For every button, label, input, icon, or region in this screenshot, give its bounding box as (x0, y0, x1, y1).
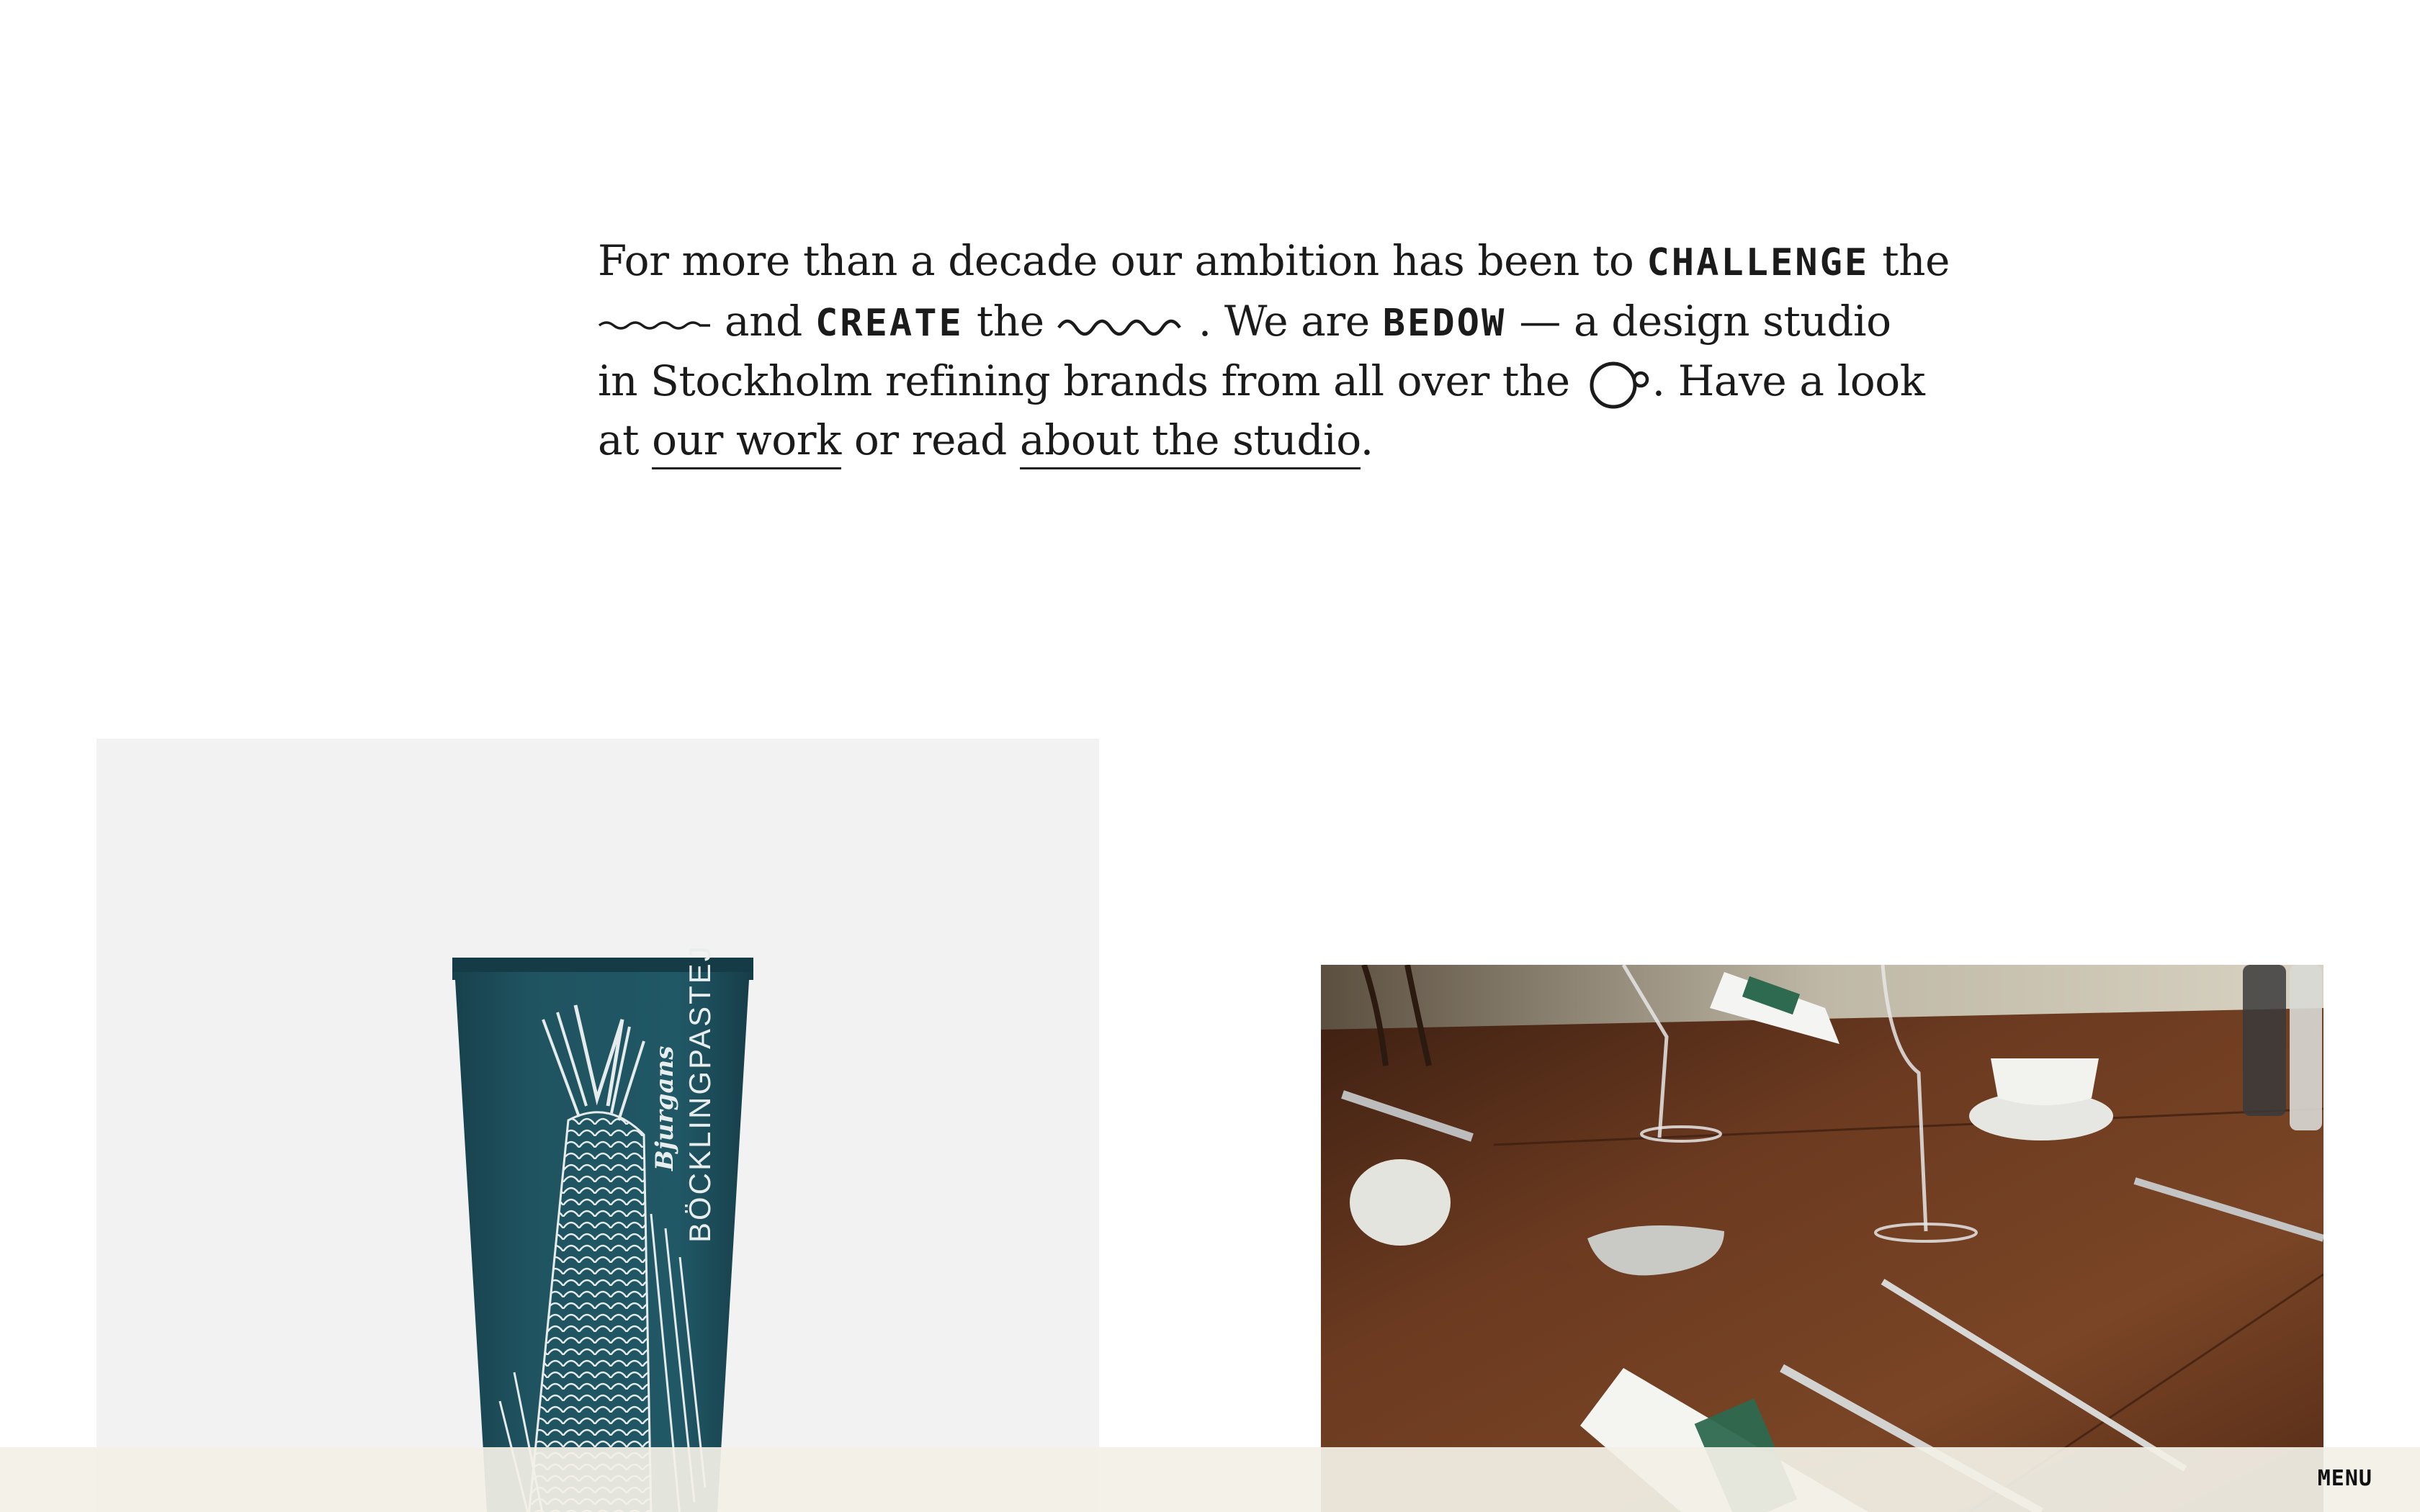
intro-text: and (725, 296, 802, 346)
intro-paragraph: For more than a decade our ambition has … (598, 232, 1950, 469)
intro-text: — a design studio (1519, 296, 1891, 346)
about-studio-link[interactable]: about the studio (1019, 415, 1361, 469)
tube-brand-label: Bjurgans (650, 1046, 679, 1171)
challenge-word: CHALLENGE (1646, 241, 1870, 284)
intro-line-3: in Stockholm refining brands from all ov… (598, 352, 1925, 411)
intro-text: or read (853, 415, 1007, 464)
intro-text: . Have a look (1652, 356, 1925, 405)
intro-text: at (598, 415, 640, 464)
intro-text: For more than a decade our ambition has … (598, 236, 1634, 285)
intro-text: in Stockholm refining brands from all ov… (598, 356, 1570, 405)
project-tile-bocklingpastej[interactable]: BÖCKLINGPASTEJ Bjurgans (97, 739, 1099, 1512)
project-tile-restaurant[interactable] (1321, 965, 2323, 1512)
our-work-link[interactable]: our work (652, 415, 841, 469)
intro-text: . (1360, 415, 1373, 464)
intro-line-4: at our work or read about the studio. (598, 411, 1844, 469)
tube-product-label: BÖCKLINGPASTEJ (683, 944, 717, 1243)
page: For more than a decade our ambition has … (0, 0, 2420, 1512)
wave-icon (1057, 320, 1181, 336)
small-wave-icon (598, 321, 710, 330)
bottom-menu-bar: MENU (0, 1447, 2420, 1512)
intro-text: . We are (1198, 296, 1370, 346)
restaurant-table-image (1321, 965, 2323, 1512)
intro-text: the (976, 296, 1044, 346)
intro-text: the (1882, 236, 1950, 285)
bedow-word: BEDOW (1382, 301, 1507, 345)
intro-line-2: and CREATE the . We are BEDOW — a design… (598, 292, 1891, 353)
create-word: CREATE (815, 301, 964, 345)
menu-button[interactable]: MENU (2318, 1466, 2372, 1491)
intro-line-1: For more than a decade our ambition has … (598, 232, 1950, 292)
globe-icon (1590, 361, 1649, 409)
toothpaste-tube-image: BÖCKLINGPASTEJ Bjurgans (97, 739, 1099, 1512)
